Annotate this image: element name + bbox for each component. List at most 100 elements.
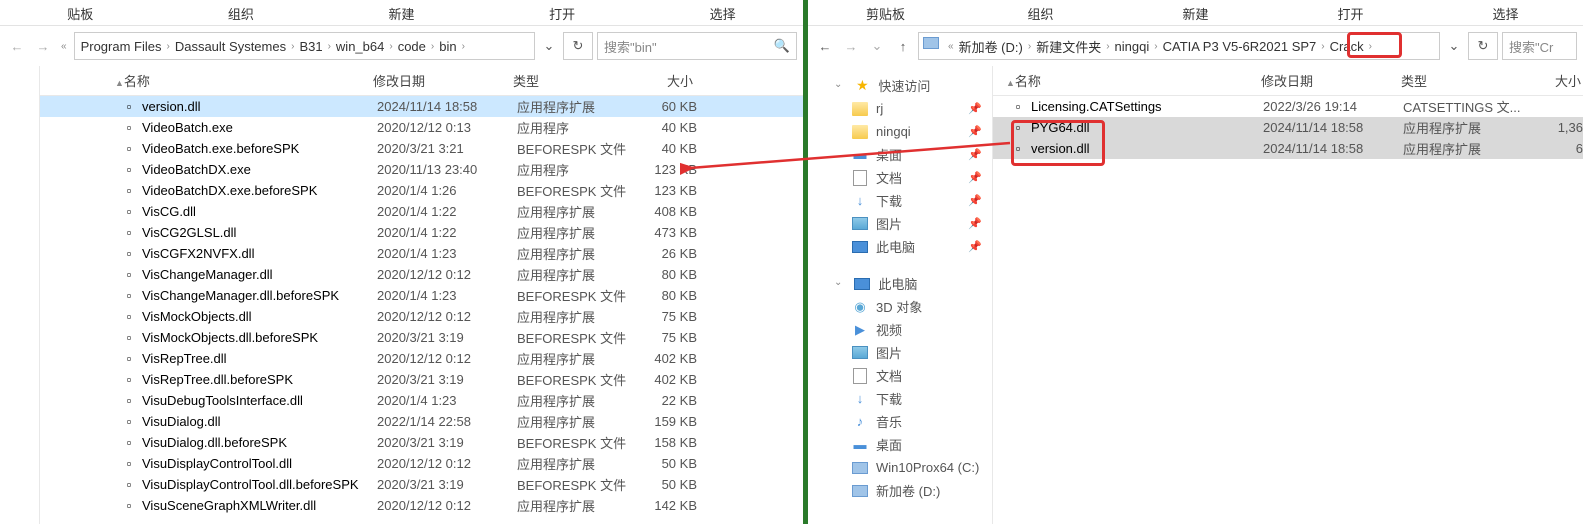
breadcrumb-segment[interactable]: Dassault Systemes (173, 39, 288, 54)
chevron-right-icon[interactable]: › (459, 41, 468, 52)
nav-item[interactable]: ◉3D 对象 (826, 295, 992, 318)
nav-item[interactable]: ↓下载📌 (826, 189, 992, 212)
breadcrumb-dropdown[interactable]: ⌄ (1444, 38, 1464, 54)
file-row[interactable]: ▫ PYG64.dll 2024/11/14 18:58 应用程序扩展 1,36 (993, 117, 1583, 138)
col-date[interactable]: 修改日期 (373, 71, 513, 90)
file-row[interactable]: ▫ version.dll 2024/11/14 18:58 应用程序扩展 6 (993, 138, 1583, 159)
file-row[interactable]: ▫ VisuDialog.dll 2022/1/14 22:58 应用程序扩展 … (40, 411, 803, 432)
file-row[interactable]: ▫ VisCG.dll 2020/1/4 1:22 应用程序扩展 408 KB (40, 201, 803, 222)
file-row[interactable]: ▫ VisChangeManager.dll.beforeSPK 2020/1/… (40, 285, 803, 306)
file-row[interactable]: ▫ VisRepTree.dll.beforeSPK 2020/3/21 3:1… (40, 369, 803, 390)
back-button[interactable]: ← (814, 35, 836, 57)
col-size[interactable]: 大小 (1521, 71, 1581, 90)
chevron-right-icon[interactable]: › (1366, 41, 1375, 52)
file-row[interactable]: ▫ VisChangeManager.dll 2020/12/12 0:12 应… (40, 264, 803, 285)
nav-item[interactable]: 文档 (826, 364, 992, 387)
file-row[interactable]: ▫ VisMockObjects.dll 2020/12/12 0:12 应用程… (40, 306, 803, 327)
file-row[interactable]: ▫ VideoBatch.exe 2020/12/12 0:13 应用程序 40… (40, 117, 803, 138)
chevron-right-icon[interactable]: › (1025, 41, 1034, 52)
file-row[interactable]: ▫ version.dll 2024/11/14 18:58 应用程序扩展 60… (40, 96, 803, 117)
chevron-right-icon[interactable]: › (386, 41, 395, 52)
breadcrumb-dropdown[interactable]: ⌄ (539, 38, 559, 54)
nav-item[interactable]: ▬桌面📌 (826, 143, 992, 166)
nav-item[interactable]: 文档📌 (826, 166, 992, 189)
chevron-right-icon[interactable]: › (1103, 41, 1112, 52)
breadcrumb-segment[interactable]: B31 (297, 39, 324, 54)
search-box-left[interactable]: 搜索"bin" 🔍 (597, 32, 797, 60)
nav-item[interactable]: 新加卷 (D:) (826, 479, 992, 502)
breadcrumb-segment[interactable]: win_b64 (334, 39, 386, 54)
forward-button[interactable]: → (840, 35, 862, 57)
chevron-right-icon[interactable]: › (325, 41, 334, 52)
breadcrumb-segment[interactable]: CATIA P3 V5-6R2021 SP7 (1161, 39, 1319, 54)
nav-item[interactable]: Win10Prox64 (C:) (826, 456, 992, 479)
ribbon-tab[interactable]: 新建 (321, 0, 482, 25)
ribbon-tab[interactable]: 打开 (1273, 0, 1428, 25)
file-list-left[interactable]: ▫ version.dll 2024/11/14 18:58 应用程序扩展 60… (40, 96, 803, 524)
file-row[interactable]: ▫ VisMockObjects.dll.beforeSPK 2020/3/21… (40, 327, 803, 348)
col-date[interactable]: 修改日期 (1261, 71, 1401, 90)
refresh-button[interactable]: ↻ (1468, 32, 1498, 60)
col-type[interactable]: 类型 (1401, 71, 1521, 90)
nav-item[interactable]: 此电脑📌 (826, 235, 992, 258)
ribbon-tab[interactable]: 组织 (963, 0, 1118, 25)
breadcrumb-segment[interactable]: 新建文件夹 (1034, 37, 1103, 56)
history-dropdown[interactable]: ⌄ (866, 35, 888, 57)
this-pc-header[interactable]: ⌄此电脑 (826, 272, 992, 295)
column-header-left[interactable]: ▲名称 修改日期 类型 大小 (40, 66, 803, 96)
file-row[interactable]: ▫ VisuDisplayControlTool.dll.beforeSPK 2… (40, 474, 803, 495)
chevron-right-icon[interactable]: › (288, 41, 297, 52)
file-row[interactable]: ▫ VisRepTree.dll 2020/12/12 0:12 应用程序扩展 … (40, 348, 803, 369)
breadcrumb-segment[interactable]: Program Files (79, 39, 164, 54)
nav-item[interactable]: 图片 (826, 341, 992, 364)
nav-item[interactable]: rj📌 (826, 97, 992, 120)
file-row[interactable]: ▫ VisuDialog.dll.beforeSPK 2020/3/21 3:1… (40, 432, 803, 453)
column-header-right[interactable]: ▲名称 修改日期 类型 大小 (993, 66, 1583, 96)
ribbon-tab[interactable]: 剪贴板 (808, 0, 963, 25)
quick-access-header[interactable]: ⌄★快速访问 (826, 74, 992, 97)
nav-item[interactable]: ▬桌面 (826, 433, 992, 456)
file-row[interactable]: ▫ VisuDebugToolsInterface.dll 2020/1/4 1… (40, 390, 803, 411)
ribbon-tab[interactable]: 选择 (642, 0, 803, 25)
up-button[interactable]: ↑ (892, 35, 914, 57)
nav-item[interactable]: ningqi📌 (826, 120, 992, 143)
col-type[interactable]: 类型 (513, 71, 633, 90)
col-name[interactable]: 名称 (1015, 74, 1041, 89)
breadcrumb-segment[interactable]: Crack (1328, 39, 1366, 54)
refresh-button[interactable]: ↻ (563, 32, 593, 60)
chevron-right-icon[interactable]: › (163, 41, 172, 52)
col-name[interactable]: 名称 (124, 74, 150, 89)
file-list-right[interactable]: ▫ Licensing.CATSettings 2022/3/26 19:14 … (993, 96, 1583, 524)
breadcrumb-segment[interactable]: code (396, 39, 428, 54)
ribbon-tab[interactable]: 组织 (161, 0, 322, 25)
file-row[interactable]: ▫ VisuDisplayControlTool.dll 2020/12/12 … (40, 453, 803, 474)
file-row[interactable]: ▫ VisCG2GLSL.dll 2020/1/4 1:22 应用程序扩展 47… (40, 222, 803, 243)
file-row[interactable]: ▫ VisCGFX2NVFX.dll 2020/1/4 1:23 应用程序扩展 … (40, 243, 803, 264)
breadcrumb-left[interactable]: Program Files›Dassault Systemes›B31›win_… (74, 32, 535, 60)
nav-item[interactable]: ↓下载 (826, 387, 992, 410)
breadcrumb-segment[interactable]: bin (437, 39, 458, 54)
search-box-right[interactable]: 搜索"Cr (1502, 32, 1577, 60)
breadcrumb-right[interactable]: « 新加卷 (D:)›新建文件夹›ningqi›CATIA P3 V5-6R20… (918, 32, 1440, 60)
nav-item[interactable]: 图片📌 (826, 212, 992, 235)
file-row[interactable]: ▫ VideoBatch.exe.beforeSPK 2020/3/21 3:2… (40, 138, 803, 159)
ribbon-tab[interactable]: 选择 (1428, 0, 1583, 25)
file-row[interactable]: ▫ VideoBatchDX.exe 2020/11/13 23:40 应用程序… (40, 159, 803, 180)
double-chevron-icon[interactable]: « (58, 41, 70, 52)
file-row[interactable]: ▫ VideoBatchDX.exe.beforeSPK 2020/1/4 1:… (40, 180, 803, 201)
ribbon-tab[interactable]: 新建 (1118, 0, 1273, 25)
chevron-right-icon[interactable]: › (1151, 41, 1160, 52)
nav-item[interactable]: ♪音乐 (826, 410, 992, 433)
chevron-right-icon[interactable]: › (428, 41, 437, 52)
ribbon-tab[interactable]: 贴板 (0, 0, 161, 25)
navigation-pane[interactable]: ⌄★快速访问rj📌ningqi📌▬桌面📌文档📌↓下载📌图片📌此电脑📌 ⌄此电脑◉3… (808, 66, 993, 524)
breadcrumb-segment[interactable]: 新加卷 (D:) (957, 37, 1025, 56)
forward-button[interactable]: → (32, 35, 54, 57)
nav-item[interactable]: ▶视频 (826, 318, 992, 341)
search-icon[interactable]: 🔍 (774, 38, 790, 54)
ribbon-tab[interactable]: 打开 (482, 0, 643, 25)
chevron-right-icon[interactable]: › (1318, 41, 1327, 52)
breadcrumb-segment[interactable]: ningqi (1113, 39, 1152, 54)
back-button[interactable]: ← (6, 35, 28, 57)
file-row[interactable]: ▫ VisuSceneGraphXMLWriter.dll 2020/12/12… (40, 495, 803, 516)
